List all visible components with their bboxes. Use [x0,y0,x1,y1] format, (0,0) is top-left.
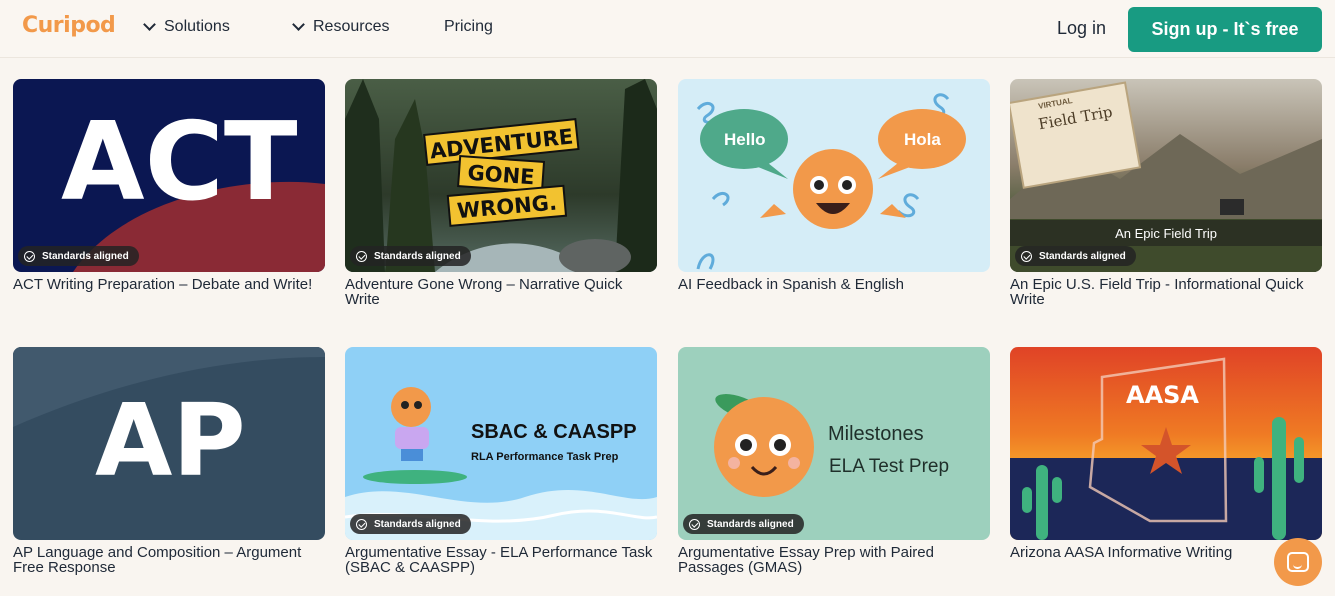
card-title[interactable]: Argumentative Essay - ELA Performance Ta… [345,545,657,575]
nav-pricing[interactable]: Pricing [444,18,493,36]
card-thumbnail[interactable]: ACT Standards aligned [13,79,325,272]
lesson-card-act[interactable]: ACT Standards aligned ACT Writing Prepar… [13,79,325,292]
card-title[interactable]: Argumentative Essay Prep with Paired Pas… [678,545,990,575]
lesson-card-adventure[interactable]: ADVENTURE GONE WRONG. Standards aligned … [345,79,657,307]
card-thumbnail[interactable]: VIRTUAL Field Trip An Epic Field Trip St… [1010,79,1322,272]
lesson-card-aasa[interactable]: AASA Arizona AASA Informative Writing [1010,347,1322,560]
nav-solutions[interactable]: Solutions [143,18,230,36]
card-thumbnail[interactable]: Milestones ELA Test Prep Standards align… [678,347,990,540]
check-circle-icon [24,250,35,262]
card-thumbnail[interactable]: Hello Hola [678,79,990,272]
chat-button[interactable] [1274,538,1322,586]
standards-aligned-badge: Standards aligned [350,246,471,266]
nav-pricing-label: Pricing [444,18,493,35]
badge-label: Standards aligned [374,518,461,530]
lesson-card-milestones[interactable]: Milestones ELA Test Prep Standards align… [678,347,990,575]
thumb-text: ACT [61,100,298,225]
badge-label: Standards aligned [42,250,129,262]
lesson-card-ap[interactable]: AP AP Language and Composition – Argumen… [13,347,325,575]
thumbnail-art [696,93,966,270]
thumb-heading: Milestones [828,423,924,445]
card-thumbnail[interactable]: SBAC & CAASPP RLA Performance Task Prep … [345,347,657,540]
login-link[interactable]: Log in [1057,18,1106,39]
lesson-card-field-trip[interactable]: VIRTUAL Field Trip An Epic Field Trip St… [1010,79,1322,307]
card-title[interactable]: AP Language and Composition – Argument F… [13,545,325,575]
check-circle-icon [1021,250,1032,262]
nav-resources-label: Resources [313,18,390,35]
card-title[interactable]: Adventure Gone Wrong – Narrative Quick W… [345,277,657,307]
chat-icon [1287,552,1309,572]
thumb-subheading: RLA Performance Task Prep [471,451,619,463]
card-title[interactable]: AI Feedback in Spanish & English [678,277,990,292]
standards-aligned-badge: Standards aligned [18,246,139,266]
standards-aligned-badge: Standards aligned [683,514,804,534]
hello-bubble-text: Hello [724,130,766,149]
lesson-card-sbac[interactable]: SBAC & CAASPP RLA Performance Task Prep … [345,347,657,575]
nav-solutions-label: Solutions [164,18,230,35]
check-circle-icon [689,518,700,530]
check-circle-icon [356,250,367,262]
standards-aligned-badge: Standards aligned [350,514,471,534]
badge-label: Standards aligned [707,518,794,530]
thumbnail-caption: An Epic Field Trip [1010,220,1322,246]
card-thumbnail[interactable]: AASA [1010,347,1322,540]
chevron-down-icon [143,18,156,31]
standards-aligned-badge: Standards aligned [1015,246,1136,266]
signup-button[interactable]: Sign up - It`s free [1128,7,1322,52]
thumbnail-art: ADVENTURE GONE WRONG. [345,79,657,272]
chevron-down-icon [292,18,305,31]
badge-label: Standards aligned [374,250,461,262]
thumb-text: AP [95,382,246,499]
thumb-heading: SBAC & CAASPP [471,421,637,443]
sign-line-2: GONE [467,161,536,190]
card-title[interactable]: ACT Writing Preparation – Debate and Wri… [13,277,325,292]
card-thumbnail[interactable]: ADVENTURE GONE WRONG. Standards aligned [345,79,657,272]
card-thumbnail[interactable]: AP [13,347,325,540]
check-circle-icon [356,518,367,530]
nav-resources[interactable]: Resources [292,18,390,36]
thumb-subheading: ELA Test Prep [829,456,950,477]
lesson-card-ai-feedback[interactable]: Hello Hola AI Feedback in Spanish & Engl… [678,79,990,292]
card-title[interactable]: An Epic U.S. Field Trip - Informational … [1010,277,1322,307]
thumbnail-art [1010,357,1322,540]
hola-bubble-text: Hola [904,130,941,149]
top-navigation-bar: Curipod Solutions Resources Pricing Log … [0,0,1335,58]
badge-label: Standards aligned [1039,250,1126,262]
curipod-logo[interactable]: Curipod [22,13,116,38]
thumb-text: AASA [1126,381,1200,409]
